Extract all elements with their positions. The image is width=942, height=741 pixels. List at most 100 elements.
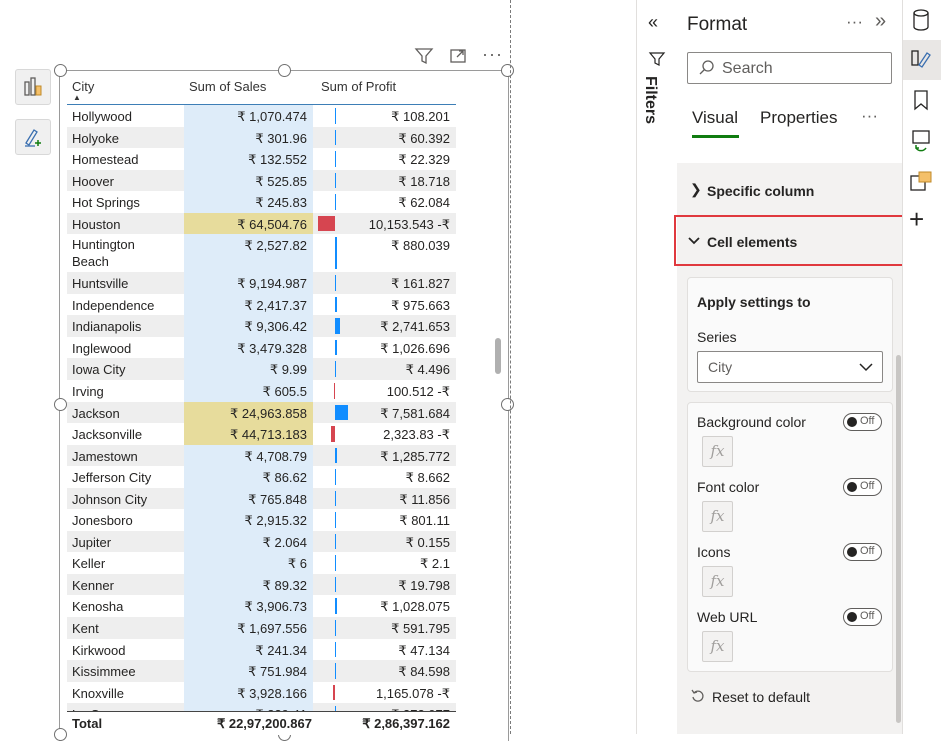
resize-handle[interactable]	[501, 398, 514, 411]
table-row[interactable]: Keller ₹ 6 ₹ 2.1	[67, 552, 456, 574]
bookmark-icon[interactable]	[909, 88, 933, 112]
sync-slicers-icon[interactable]	[909, 128, 933, 154]
more-options-icon[interactable]: ···	[482, 44, 503, 65]
cell-profit: ₹ 108.201	[317, 105, 456, 127]
focus-mode-icon[interactable]	[448, 46, 468, 66]
section-specific-column[interactable]: Specific column	[707, 183, 814, 199]
resize-handle[interactable]	[54, 398, 67, 411]
total-sales: ₹ 22,97,200.867	[216, 716, 312, 731]
more-options-icon[interactable]: ···	[846, 12, 863, 32]
table-row[interactable]: Jamestown ₹ 4,708.79 ₹ 1,285.772	[67, 444, 456, 467]
table-row[interactable]: Jackson ₹ 24,963.858 ₹ 7,581.684	[67, 401, 456, 424]
cell-city: Keller	[72, 556, 106, 572]
table-row[interactable]: Holyoke ₹ 301.96 ₹ 60.392	[67, 126, 456, 149]
table-row[interactable]: Homestead ₹ 132.552 ₹ 22.329	[67, 148, 456, 170]
format-visual-button[interactable]	[15, 119, 51, 155]
background-color-fx-button[interactable]: fx	[702, 436, 733, 467]
table-row[interactable]: Houston ₹ 64,504.76 10,153.543 -₹	[67, 212, 456, 235]
table-row[interactable]: Knoxville ₹ 3,928.166 1,165.078 -₹	[67, 681, 456, 704]
filter-icon[interactable]	[414, 46, 434, 66]
table-row[interactable]: Huntsville ₹ 9,194.987 ₹ 161.827	[67, 272, 456, 294]
cell-sales: ₹ 241.34	[184, 638, 313, 661]
web-url-fx-button[interactable]: fx	[702, 631, 733, 662]
collapse-pane-icon[interactable]: »	[875, 10, 886, 33]
cell-sales-value: ₹ 89.32	[262, 577, 307, 593]
table-row[interactable]: Inglewood ₹ 3,479.328 ₹ 1,026.696	[67, 336, 456, 359]
cell-profit-value: ₹ 84.598	[398, 664, 450, 680]
cell-city: Independence	[72, 297, 155, 313]
cell-sales: ₹ 3,479.328	[184, 336, 313, 359]
table-scrollbar[interactable]	[495, 338, 501, 374]
more-tabs-icon[interactable]: ···	[861, 106, 878, 126]
table-row[interactable]: Independence ₹ 2,417.37 ₹ 975.663	[67, 293, 456, 316]
cell-profit: ₹ 161.827	[317, 272, 456, 294]
data-icon[interactable]	[909, 8, 933, 32]
table-row[interactable]: Indianapolis ₹ 9,306.42 ₹ 2,741.653	[67, 315, 456, 337]
cell-sales: ₹ 86.62	[184, 466, 313, 488]
background-color-toggle[interactable]: Off	[843, 413, 882, 431]
cell-sales: ₹ 1,070.474	[184, 105, 313, 127]
font-color-toggle[interactable]: Off	[843, 478, 882, 496]
table-row[interactable]: Jacksonville ₹ 44,713.183 2,323.83 -₹	[67, 423, 456, 445]
cell-city: Jefferson City	[72, 470, 152, 486]
selection-icon[interactable]	[909, 170, 933, 194]
cell-profit: ₹ 801.11	[317, 509, 456, 531]
series-value: City	[708, 359, 733, 375]
reset-to-default-button[interactable]: Reset to default	[712, 689, 810, 705]
profit-data-bar	[335, 404, 348, 421]
cell-profit: ₹ 2,741.653	[317, 315, 456, 337]
series-dropdown[interactable]: City	[697, 351, 883, 383]
table-row[interactable]: Jupiter ₹ 2.064 ₹ 0.155	[67, 530, 456, 553]
format-brush-icon[interactable]	[909, 47, 933, 71]
profit-data-bar	[335, 620, 337, 636]
table-row[interactable]: Hoover ₹ 525.85 ₹ 18.718	[67, 169, 456, 192]
profit-data-bar	[335, 296, 337, 313]
table-row[interactable]: Johnson City ₹ 765.848 ₹ 11.856	[67, 487, 456, 510]
cell-city: Johnson City	[72, 491, 148, 507]
search-icon	[699, 60, 714, 75]
table-row[interactable]: Jonesboro ₹ 2,915.32 ₹ 801.11	[67, 509, 456, 531]
tab-properties[interactable]: Properties	[760, 108, 837, 128]
cell-city: Hollywood	[72, 109, 132, 124]
cell-profit-value: ₹ 62.084	[398, 195, 450, 211]
cell-profit-value: 1,165.078 -₹	[375, 685, 450, 701]
cell-profit-value: ₹ 2,741.653	[380, 319, 450, 335]
icons-toggle[interactable]: Off	[843, 543, 882, 561]
icons-fx-button[interactable]: fx	[702, 566, 733, 597]
format-pane-scrollbar[interactable]	[896, 355, 901, 723]
table-row[interactable]: Kissimmee ₹ 751.984 ₹ 84.598	[67, 660, 456, 682]
table-row[interactable]: Kenner ₹ 89.32 ₹ 19.798	[67, 573, 456, 596]
collapse-filters-icon[interactable]: «	[648, 12, 658, 33]
cell-sales-value: ₹ 605.5	[262, 384, 307, 400]
table-row[interactable]: Kent ₹ 1,697.556 ₹ 591.795	[67, 617, 456, 639]
column-header-city[interactable]: City	[72, 79, 94, 94]
table-row[interactable]: Iowa City ₹ 9.99 ₹ 4.496	[67, 358, 456, 381]
resize-handle[interactable]	[54, 728, 67, 741]
cell-profit: ₹ 84.598	[317, 660, 456, 682]
tab-visual[interactable]: Visual	[692, 108, 738, 128]
column-header-sales[interactable]: Sum of Sales	[189, 79, 266, 94]
cell-profit-value: ₹ 1,285.772	[380, 448, 450, 464]
font-color-fx-button[interactable]: fx	[702, 501, 733, 532]
table-row[interactable]: Huntington Beach ₹ 2,527.82 ₹ 880.039	[67, 234, 456, 273]
cell-sales: ₹ 9.99	[184, 358, 313, 381]
table-row[interactable]: Kirkwood ₹ 241.34 ₹ 47.134	[67, 638, 456, 661]
cell-city: Kenner	[72, 577, 114, 593]
column-header-profit[interactable]: Sum of Profit	[321, 79, 396, 94]
resize-handle[interactable]	[501, 64, 514, 77]
table-row[interactable]: Hot Springs ₹ 245.83 ₹ 62.084	[67, 191, 456, 213]
web-url-toggle[interactable]: Off	[843, 608, 882, 626]
cell-profit: ₹ 47.134	[317, 639, 456, 661]
table-row[interactable]: Kenosha ₹ 3,906.73 ₹ 1,028.075	[67, 595, 456, 618]
format-visual-icon	[25, 129, 41, 147]
add-icon[interactable]: +	[909, 204, 924, 234]
table-row[interactable]: Hollywood ₹ 1,070.474 ₹ 108.201	[67, 105, 456, 127]
section-cell-elements[interactable]: Cell elements	[707, 234, 797, 250]
table-row[interactable]: Irving ₹ 605.5 100.512 -₹	[67, 380, 456, 402]
table-row[interactable]: Jefferson City ₹ 86.62 ₹ 8.662	[67, 466, 456, 488]
filters-label[interactable]: Filters	[641, 76, 659, 124]
reset-icon	[691, 689, 704, 702]
search-input[interactable]: Search	[687, 52, 892, 84]
build-visual-button[interactable]	[15, 69, 51, 105]
resize-handle[interactable]	[54, 64, 67, 77]
